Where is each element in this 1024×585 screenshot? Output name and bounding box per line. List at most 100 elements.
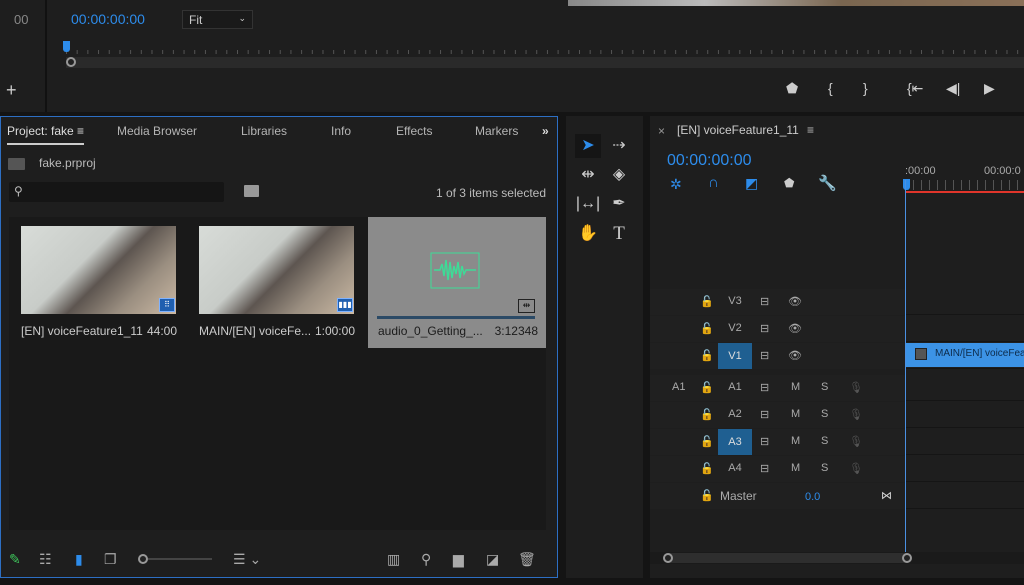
razor-tool-icon[interactable]: ◈ xyxy=(606,163,632,187)
solo-button[interactable]: S xyxy=(821,381,828,393)
tabs-overflow-button[interactable]: » xyxy=(542,124,549,138)
pen-tool-icon[interactable]: ✒ xyxy=(606,192,632,216)
eye-icon[interactable]: 👁 xyxy=(788,295,802,308)
collapse-icon[interactable]: ⋈ xyxy=(881,489,892,502)
type-tool-icon[interactable]: T xyxy=(606,222,632,246)
lock-icon[interactable]: 🔓 xyxy=(700,322,714,335)
selection-tool-icon[interactable]: ➤ xyxy=(575,134,601,158)
eye-icon[interactable]: 👁 xyxy=(788,349,802,362)
linked-selection-icon[interactable]: ◩ xyxy=(745,175,758,192)
zoom-select[interactable]: Fit ⌄ xyxy=(182,10,253,29)
lock-icon[interactable]: 🔓 xyxy=(700,462,714,475)
list-view-icon[interactable]: ☷ xyxy=(39,551,52,568)
work-area-bar[interactable] xyxy=(905,191,1024,193)
sync-lock-icon[interactable]: ⊟ xyxy=(760,381,769,394)
hand-tool-icon[interactable]: ✋ xyxy=(575,222,601,246)
track-target-toggle[interactable]: A1 xyxy=(718,381,752,393)
solo-button[interactable]: S xyxy=(821,435,828,447)
lock-icon[interactable]: 🔓 xyxy=(700,408,714,421)
scroll-handle-left[interactable] xyxy=(663,553,673,563)
sync-lock-icon[interactable]: ⊟ xyxy=(760,349,769,362)
play-icon[interactable]: ▶ xyxy=(984,80,995,97)
lock-icon[interactable]: 🔓 xyxy=(700,489,714,502)
track-target-toggle[interactable]: A3 xyxy=(718,429,752,455)
media-item-selected[interactable]: ⇹ audio_0_Getting_... 3:12348 xyxy=(368,217,546,348)
program-timecode[interactable]: 00:00:00:00 xyxy=(71,11,145,27)
mute-button[interactable]: M xyxy=(791,435,800,447)
zoom-slider[interactable] xyxy=(148,558,212,560)
track-target-toggle[interactable]: A2 xyxy=(718,408,752,420)
sync-lock-icon[interactable]: ⊟ xyxy=(760,295,769,308)
mute-button[interactable]: M xyxy=(791,462,800,474)
tab-effects[interactable]: Effects xyxy=(396,124,432,138)
lock-icon[interactable]: 🔓 xyxy=(700,435,714,448)
step-back-icon[interactable]: ◀| xyxy=(946,80,960,97)
playhead-icon[interactable] xyxy=(63,41,70,52)
timeline-timecode[interactable]: 00:00:00:00 xyxy=(667,152,752,170)
zoom-slider-handle[interactable] xyxy=(138,554,148,564)
clip-progress-bar[interactable] xyxy=(377,316,535,319)
add-button[interactable]: + xyxy=(6,80,17,101)
nest-icon[interactable]: ✲ xyxy=(670,176,682,193)
pencil-icon[interactable]: ✎ xyxy=(9,551,21,568)
new-bin-icon[interactable]: ▆ xyxy=(453,551,464,568)
timeline-ruler[interactable] xyxy=(905,180,1024,190)
mark-in-icon[interactable]: { xyxy=(828,80,833,96)
mute-button[interactable]: M xyxy=(791,381,800,393)
close-icon[interactable]: × xyxy=(658,124,665,138)
sync-lock-icon[interactable]: ⊟ xyxy=(760,322,769,335)
track-target-toggle[interactable]: V1 xyxy=(718,343,752,369)
sync-lock-icon[interactable]: ⊟ xyxy=(760,408,769,421)
tab-markers[interactable]: Markers xyxy=(475,124,518,138)
track-select-tool-icon[interactable]: ⇢ xyxy=(606,134,632,158)
media-item[interactable]: ▮▮▮ MAIN/[EN] voiceFe... 1:00:00 xyxy=(189,217,363,348)
track-target-toggle[interactable]: A4 xyxy=(718,462,752,474)
go-to-in-icon[interactable]: {⇤ xyxy=(907,80,923,97)
find-icon[interactable]: ⚲ xyxy=(421,551,431,568)
snap-icon[interactable]: ∩ xyxy=(708,174,719,191)
microphone-icon[interactable]: 🎙 xyxy=(849,408,863,421)
scroll-handle-right[interactable] xyxy=(902,553,912,563)
timeline-clip[interactable]: MAIN/[EN] voiceFeature1_11 xyxy=(905,343,1024,367)
freeform-view-icon[interactable]: ❐ xyxy=(104,551,117,568)
scroll-handle[interactable] xyxy=(66,57,76,67)
scroll-thumb[interactable] xyxy=(668,553,908,563)
track-target-toggle[interactable]: V3 xyxy=(718,295,752,307)
tab-info[interactable]: Info xyxy=(331,124,351,138)
slip-tool-icon[interactable]: |↔| xyxy=(575,192,601,216)
menu-icon[interactable]: ≡ xyxy=(77,124,84,138)
mark-out-icon[interactable]: } xyxy=(863,80,868,96)
add-marker-icon[interactable]: ⬟ xyxy=(786,80,798,97)
new-item-icon[interactable]: ◪ xyxy=(486,551,499,568)
icon-view-icon[interactable]: ▮ xyxy=(75,551,83,568)
microphone-icon[interactable]: 🎙 xyxy=(849,435,863,448)
tab-project[interactable]: Project: fake ≡ xyxy=(7,124,85,145)
sync-lock-icon[interactable]: ⊟ xyxy=(760,462,769,475)
menu-icon[interactable]: ≡ xyxy=(807,123,814,137)
sync-lock-icon[interactable]: ⊟ xyxy=(760,435,769,448)
trash-icon[interactable]: 🗑 xyxy=(518,551,536,568)
tab-media-browser[interactable]: Media Browser xyxy=(117,124,197,138)
lock-icon[interactable]: 🔓 xyxy=(700,295,714,308)
sort-icon[interactable]: ☰ ⌄ xyxy=(233,551,261,568)
tab-libraries[interactable]: Libraries xyxy=(241,124,287,138)
program-time-ruler[interactable] xyxy=(66,40,1024,56)
solo-button[interactable]: S xyxy=(821,462,828,474)
eye-icon[interactable]: 👁 xyxy=(788,322,802,335)
program-zoom-scrollbar[interactable] xyxy=(66,57,1024,68)
wrench-icon[interactable]: 🔧 xyxy=(818,174,837,192)
automate-to-sequence-icon[interactable]: ▥ xyxy=(387,551,400,568)
track-target-toggle[interactable]: V2 xyxy=(718,322,752,334)
lock-icon[interactable]: 🔓 xyxy=(700,381,714,394)
microphone-icon[interactable]: 🎙 xyxy=(849,462,863,475)
ripple-edit-tool-icon[interactable]: ⇹ xyxy=(575,163,601,187)
sequence-tab[interactable]: [EN] voiceFeature1_11 xyxy=(677,123,799,137)
solo-button[interactable]: S xyxy=(821,408,828,420)
search-input[interactable]: ⚲ xyxy=(9,182,224,202)
master-volume[interactable]: 0.0 xyxy=(805,491,820,503)
microphone-icon[interactable]: 🎙 xyxy=(849,381,863,394)
mute-button[interactable]: M xyxy=(791,408,800,420)
media-item[interactable]: ⠿ [EN] voiceFeature1_11 44:00 xyxy=(11,217,185,348)
find-bin-icon[interactable] xyxy=(244,185,259,197)
source-patch[interactable]: A1 xyxy=(672,381,685,393)
